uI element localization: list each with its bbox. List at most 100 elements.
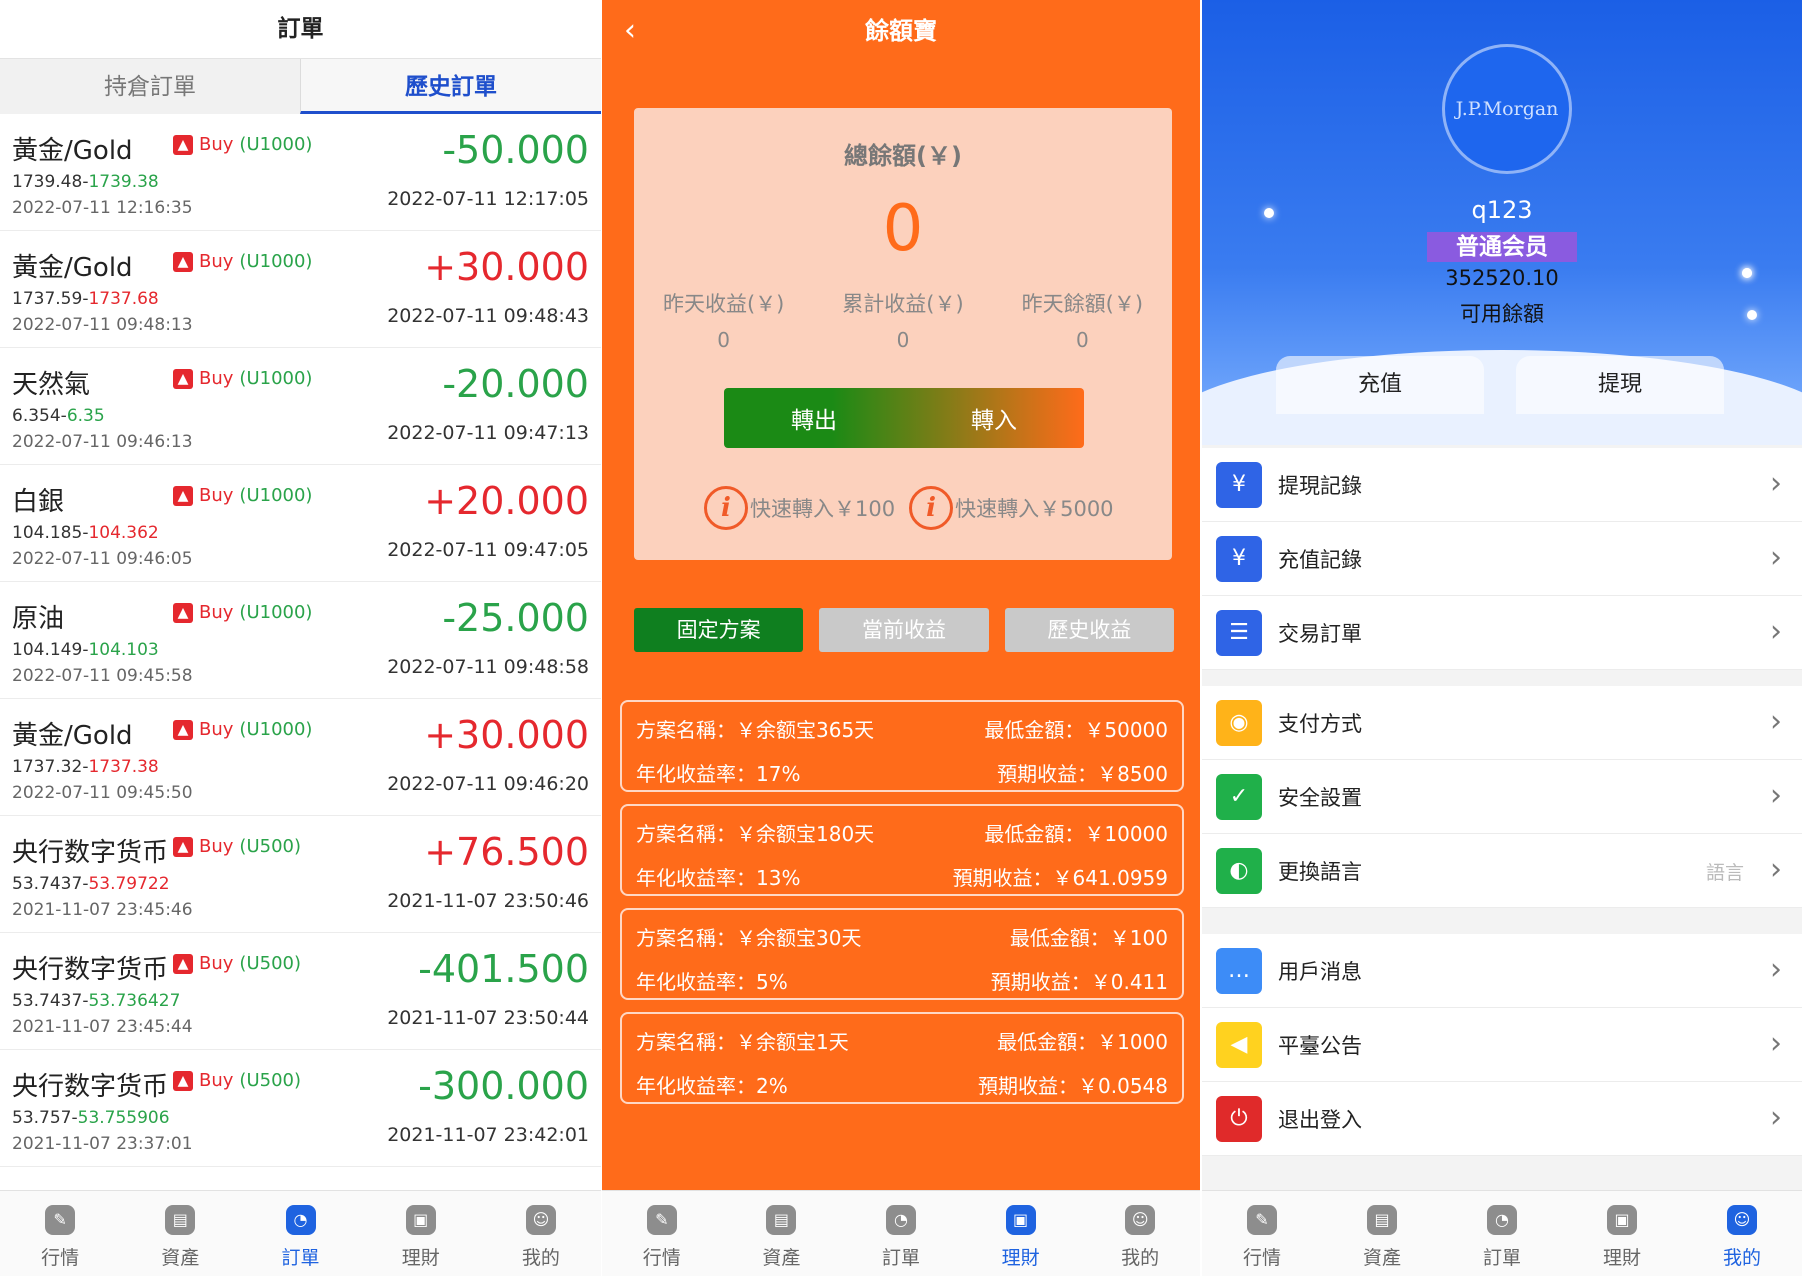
order-row[interactable]: 黃金/Gold ▲ Buy (U1000) 1737.32-1737.38 2022-07… [0, 699, 601, 816]
stat-value: 0 [896, 328, 910, 352]
tab-market[interactable]: ✎ 行情 [0, 1191, 120, 1276]
profit-loss: +30.000 [424, 713, 589, 757]
close-price: 6.35 [66, 406, 105, 426]
menu-item[interactable]: ◉ 支付方式 › [1202, 686, 1802, 760]
profile-icon: ☺ [525, 1205, 556, 1235]
menu-item-label: 平臺公告 [1278, 1033, 1362, 1058]
menu-item[interactable]: ⏻ 退出登入 › [1202, 1082, 1802, 1156]
assets-icon: ▤ [165, 1205, 196, 1235]
info-icon: i [909, 486, 954, 530]
menu-item[interactable]: ¥ 提現記錄 › [1202, 448, 1802, 522]
order-side-tag: ▲ Buy (U500) [173, 836, 301, 857]
plan-card[interactable]: 方案名稱：￥余额宝30天 最低金額：￥100 年化收益率：5% 預期收益：￥0.411 [620, 908, 1184, 1000]
tab-orders[interactable]: ◔ 訂單 [841, 1191, 961, 1276]
order-unit: (U500) [239, 953, 301, 974]
finance-icon: ▣ [1005, 1205, 1036, 1235]
price-range: 1737.59-1737.68 [12, 289, 159, 309]
finance-icon: ▣ [1607, 1205, 1637, 1235]
avatar[interactable]: J.P.Morgan [1442, 44, 1572, 174]
tab-profile[interactable]: ☺ 我的 [1682, 1191, 1802, 1276]
chevron-right-icon: › [1770, 704, 1782, 739]
profit-loss: +30.000 [424, 245, 589, 289]
tab-finance[interactable]: ▣ 理財 [1562, 1191, 1682, 1276]
open-price: 53.7437 [12, 874, 83, 894]
menu-item[interactable]: ◀ 平臺公告 › [1202, 1008, 1802, 1082]
page-title: 訂單 [0, 0, 601, 58]
info-icon: i [704, 486, 748, 530]
chevron-right-icon: › [1770, 1100, 1782, 1135]
tab-history-orders[interactable]: 歷史訂單 [300, 59, 601, 114]
plan-name: 方案名稱：￥余额宝30天 [636, 926, 862, 950]
transfer-in-button[interactable]: 轉入 [904, 401, 1084, 435]
close-time: 2021-11-07 23:42:01 [387, 1124, 589, 1146]
order-unit: (U1000) [239, 134, 313, 155]
tab-current-income[interactable]: 當前收益 [819, 608, 989, 652]
menu-item[interactable]: ¥ 充值記錄 › [1202, 522, 1802, 596]
order-unit: (U500) [239, 836, 301, 857]
transfer-out-button[interactable]: 轉出 [724, 401, 904, 435]
tab-finance[interactable]: ▣ 理財 [361, 1191, 481, 1276]
arrow-up-icon: ▲ [173, 1070, 193, 1091]
bottom-tabbar: ✎ 行情 ▤ 資產 ◔ 訂單 ▣ 理財 ☺ 我的 [0, 1190, 601, 1276]
open-time: 2022-07-11 09:45:50 [12, 783, 193, 803]
open-time: 2021-11-07 23:45:46 [12, 900, 193, 920]
order-row[interactable]: 央行数字货币 ▲ Buy (U500) 53.7437-53.79722 2021-11-… [0, 816, 601, 933]
order-row[interactable]: 天然氣 ▲ Buy (U1000) 6.354-6.35 2022-07-11 09:46… [0, 348, 601, 465]
globe-icon: ◐ [1216, 847, 1262, 894]
tab-orders[interactable]: ◔ 訂單 [1442, 1191, 1562, 1276]
tab-profile[interactable]: ☺ 我的 [481, 1191, 601, 1276]
tab-label: 我的 [1722, 1247, 1761, 1269]
recharge-button[interactable]: 充值 [1276, 356, 1484, 414]
order-unit: (U1000) [239, 719, 313, 740]
withdraw-button[interactable]: 提現 [1516, 356, 1724, 414]
tab-assets[interactable]: ▤ 資產 [1322, 1191, 1442, 1276]
arrow-up-icon: ▲ [173, 134, 193, 155]
back-icon[interactable]: ‹ [624, 0, 636, 62]
page-title: 餘額寶 [865, 17, 937, 45]
menu-item[interactable]: ✓ 安全設置 › [1202, 760, 1802, 834]
quick-transfer-100[interactable]: i 快速轉入￥100 [704, 486, 895, 530]
open-price: 104.149 [12, 640, 83, 660]
order-row[interactable]: 央行数字货币 ▲ Buy (U500) 53.7437-53.736427 2021-11… [0, 933, 601, 1050]
order-row[interactable]: 黃金/Gold ▲ Buy (U1000) 1739.48-1739.38 2022-07… [0, 114, 601, 231]
tab-open-orders[interactable]: 持倉訂單 [0, 59, 300, 114]
plan-card[interactable]: 方案名稱：￥余额宝1天 最低金額：￥1000 年化收益率：2% 預期收益：￥0.054… [620, 1012, 1184, 1104]
menu-item[interactable]: ◐ 更換語言 語言 › [1202, 834, 1802, 908]
tab-finance[interactable]: ▣ 理財 [961, 1191, 1081, 1276]
plan-name: 方案名稱：￥余额宝365天 [636, 718, 875, 742]
menu-item[interactable]: ☰ 交易訂單 › [1202, 596, 1802, 670]
open-price: 1737.32 [12, 757, 83, 777]
close-time: 2022-07-11 09:46:20 [387, 773, 589, 795]
quick-transfer-5000[interactable]: i 快速轉入￥5000 [909, 486, 1114, 530]
market-icon: ✎ [646, 1205, 677, 1235]
tab-label: 我的 [1121, 1247, 1160, 1269]
order-row[interactable]: 央行数字货币 ▲ Buy (U500) 53.757-53.755906 2021-11-… [0, 1050, 601, 1167]
plan-tabs: 固定方案 當前收益 歷史收益 [634, 608, 1174, 652]
tab-profile[interactable]: ☺ 我的 [1080, 1191, 1200, 1276]
tab-history-income[interactable]: 歷史收益 [1004, 608, 1174, 652]
order-side: Buy [199, 251, 234, 272]
plan-card[interactable]: 方案名稱：￥余额宝365天 最低金額：￥50000 年化收益率：17% 預期收益：￥8… [620, 700, 1184, 792]
close-price: 1737.68 [88, 289, 159, 309]
tab-assets[interactable]: ▤ 資產 [722, 1191, 842, 1276]
open-price: 6.354 [12, 406, 61, 426]
tab-assets[interactable]: ▤ 資產 [120, 1191, 240, 1276]
market-icon: ✎ [1247, 1205, 1277, 1235]
order-row[interactable]: 白銀 ▲ Buy (U1000) 104.185-104.362 2022-07-11 0… [0, 465, 601, 582]
plan-card[interactable]: 方案名稱：￥余额宝180天 最低金額：￥10000 年化收益率：13% 預期收益：￥6… [620, 804, 1184, 896]
menu-item-label: 更換語言 [1278, 859, 1362, 884]
tab-orders[interactable]: ◔ 訂單 [240, 1191, 360, 1276]
tab-market[interactable]: ✎ 行情 [602, 1191, 722, 1276]
menu-item[interactable]: … 用戶消息 › [1202, 934, 1802, 1008]
order-list[interactable]: 黃金/Gold ▲ Buy (U1000) 1739.48-1739.38 2022-07… [0, 114, 601, 1186]
order-row[interactable]: 黃金/Gold ▲ Buy (U1000) 1737.59-1737.68 2022-07… [0, 231, 601, 348]
menu-group: ¥ 提現記錄 › ¥ 充值記錄 › ☰ 交易訂單 › [1202, 448, 1802, 670]
order-side: Buy [199, 602, 234, 623]
tab-fixed-plan[interactable]: 固定方案 [634, 608, 804, 652]
profit-loss: -25.000 [442, 596, 589, 640]
clipboard-icon: ☰ [1216, 609, 1262, 656]
tab-market[interactable]: ✎ 行情 [1202, 1191, 1322, 1276]
order-side-tag: ▲ Buy (U1000) [173, 368, 312, 389]
order-row[interactable]: 原油 ▲ Buy (U1000) 104.149-104.103 2022-07-11 0… [0, 582, 601, 699]
tab-label: 資產 [1362, 1247, 1401, 1269]
